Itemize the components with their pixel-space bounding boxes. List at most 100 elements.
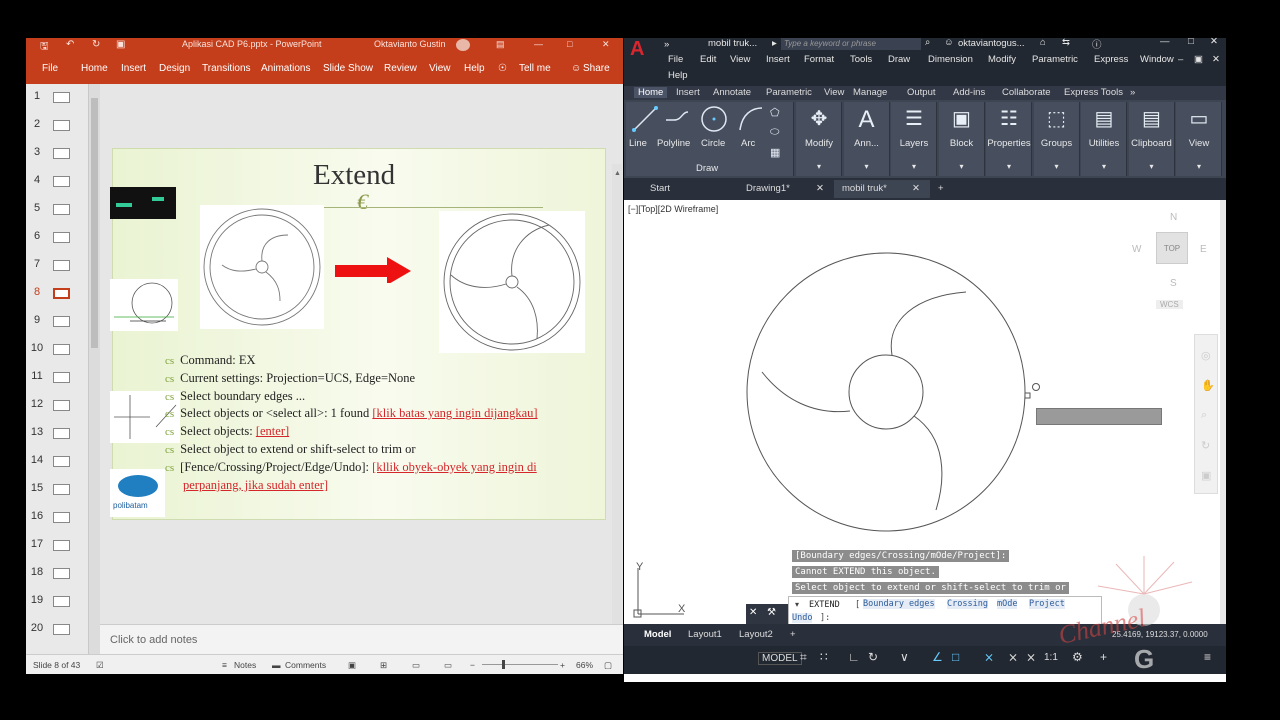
slide-thumbnail[interactable] (53, 624, 70, 635)
menu-file[interactable]: File (668, 54, 683, 65)
chevron-down-icon[interactable]: ▾ (1129, 162, 1175, 171)
showmotion-icon[interactable]: ▣ (1201, 469, 1211, 482)
ribbon-tab-home[interactable]: Home (634, 87, 668, 98)
close-icon[interactable]: ✕ (602, 39, 610, 50)
annotation-visibility-icon[interactable]: ⨯ (1008, 650, 1018, 664)
polyline-button[interactable]: Polyline (657, 138, 690, 149)
ribbon-panel[interactable]: ☷ Properties ▾ (986, 102, 1032, 176)
present-icon[interactable]: ▣ (116, 39, 125, 50)
scroll-up-icon[interactable]: ▲ (614, 170, 621, 180)
slide-thumbnail[interactable] (53, 372, 70, 383)
ribbon-panel[interactable]: ▣ Block ▾ (938, 102, 985, 176)
editor-scrollbar[interactable]: ▲ (612, 164, 622, 624)
ribbon-tab-parametric[interactable]: Parametric (766, 87, 812, 98)
tab-design[interactable]: Design (159, 63, 190, 74)
menu-draw[interactable]: Draw (888, 54, 910, 65)
ribbon-panel[interactable]: ☰ Layers ▾ (891, 102, 937, 176)
tab-model[interactable]: Model (644, 629, 671, 640)
notes-pane[interactable]: Click to add notes (100, 624, 623, 654)
circle-icon[interactable] (700, 105, 728, 133)
slide-thumbnail[interactable] (53, 148, 70, 159)
doc-restore-icon[interactable]: ▣ (1194, 54, 1203, 65)
menu-express[interactable]: Express (1094, 54, 1128, 65)
tab-home[interactable]: Home (81, 63, 108, 74)
circle-button[interactable]: Circle (701, 138, 725, 149)
slide-thumbnail[interactable] (53, 568, 70, 579)
tab-slide-show[interactable]: Slide Show (323, 63, 373, 74)
spellcheck-icon[interactable]: ☑ (96, 660, 104, 671)
ribbon-tab-add-ins[interactable]: Add-ins (953, 87, 985, 98)
menu-edit[interactable]: Edit (700, 54, 716, 65)
draw-panel-label[interactable]: Draw (696, 163, 718, 174)
minimize-icon[interactable]: — (1160, 36, 1170, 47)
tell-me-search[interactable]: Tell me (519, 63, 551, 74)
menu-parametric[interactable]: Parametric (1032, 54, 1078, 65)
ortho-icon[interactable]: ∟ (848, 650, 860, 664)
polar-icon[interactable]: ↻ (868, 650, 878, 664)
ribbon-tab-view[interactable]: View (824, 87, 844, 98)
menu-format[interactable]: Format (804, 54, 834, 65)
ribbon-display-icon[interactable]: ▤ (496, 39, 505, 50)
tab-layout2[interactable]: Layout2 (739, 629, 773, 640)
osnap-track-icon[interactable]: □ (952, 650, 959, 664)
ribbon-tab-collaborate[interactable]: Collaborate (1002, 87, 1051, 98)
ribbon-panel[interactable]: ▤ Utilities ▾ (1081, 102, 1127, 176)
slide-thumbnail[interactable] (53, 120, 70, 131)
slide-thumbnail[interactable] (53, 232, 70, 243)
zoom-slider[interactable] (482, 664, 558, 665)
doc-close-icon[interactable]: ✕ (1212, 54, 1220, 65)
snap-icon[interactable]: ∷ (820, 650, 828, 664)
option-undo[interactable]: Undo (792, 613, 813, 623)
ribbon-tab-output[interactable]: Output (907, 87, 936, 98)
slideshow-icon[interactable]: ▭ (444, 660, 452, 671)
slide-thumbnail[interactable] (53, 176, 70, 187)
maximize-icon[interactable]: □ (567, 39, 572, 49)
cart-icon[interactable]: ⌂ (1040, 37, 1046, 48)
slide-thumbnail[interactable] (53, 288, 70, 299)
menu-insert[interactable]: Insert (766, 54, 790, 65)
more-tabs-icon[interactable]: » (1130, 87, 1135, 98)
menu-dimension[interactable]: Dimension (928, 54, 973, 65)
thumbnail-scrollbar[interactable] (88, 84, 100, 654)
option-mode[interactable]: mOde (997, 599, 1018, 609)
pan-icon[interactable]: ✋ (1201, 379, 1215, 392)
orbit-icon[interactable]: ↻ (1201, 439, 1210, 452)
new-tab-icon[interactable]: + (938, 183, 944, 194)
doc-minimize-icon[interactable]: – (1178, 54, 1183, 65)
slide-thumbnail[interactable] (53, 92, 70, 103)
chevron-down-icon[interactable]: ▾ (1034, 162, 1080, 171)
close-icon[interactable]: ✕ (1210, 36, 1218, 47)
slide-thumbnail[interactable] (53, 316, 70, 327)
maximize-icon[interactable]: □ (1188, 36, 1194, 47)
scroll-thumb[interactable] (91, 98, 98, 348)
qat-expand-icon[interactable]: » (664, 39, 669, 50)
slide-thumbnail[interactable] (53, 204, 70, 215)
zoom-in-icon[interactable]: + (560, 660, 565, 670)
ribbon-panel[interactable]: A Ann... ▾ (843, 102, 890, 176)
menu-help[interactable]: Help (668, 70, 688, 81)
line-icon[interactable] (632, 106, 658, 132)
slide-sorter-icon[interactable]: ⊞ (380, 660, 387, 671)
slide-thumbnail[interactable] (53, 540, 70, 551)
tab-file[interactable]: File (42, 63, 58, 74)
ribbon-tab-insert[interactable]: Insert (676, 87, 700, 98)
add-layout-icon[interactable]: + (790, 629, 796, 640)
recent-commands-icon[interactable]: ▾ (795, 600, 799, 609)
polyline-icon[interactable] (664, 106, 690, 132)
selection-cycling-icon[interactable]: ⨯ (984, 650, 994, 664)
slide-thumbnail[interactable] (53, 456, 70, 467)
chevron-down-icon[interactable]: ▾ (939, 162, 985, 171)
slide-thumbnail[interactable] (53, 344, 70, 355)
zoom-icon[interactable]: ⌕ (1201, 409, 1207, 422)
customize-icon[interactable]: ⚒ (767, 607, 776, 618)
close-tab-icon[interactable]: ✕ (816, 183, 824, 194)
arc-button[interactable]: Arc (741, 138, 755, 149)
zoom-slider-thumb[interactable] (502, 660, 505, 669)
steering-wheel-icon[interactable]: ◎ (1201, 349, 1211, 362)
arc-icon[interactable] (738, 106, 764, 132)
zoom-out-icon[interactable]: − (470, 660, 475, 670)
chevron-down-icon[interactable]: ▾ (844, 162, 890, 171)
normal-view-icon[interactable]: ▣ (348, 660, 356, 671)
menu-window[interactable]: Window (1140, 54, 1174, 65)
tab-start[interactable]: Start (650, 183, 670, 194)
